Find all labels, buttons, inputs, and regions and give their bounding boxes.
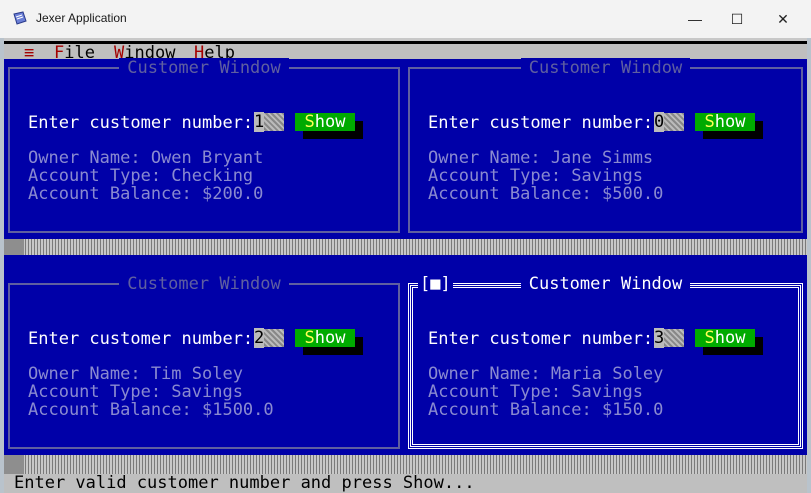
account-balance: Account Balance: $1500.0 xyxy=(28,400,274,420)
app-title-bar: Jexer Application — ☐ ✕ xyxy=(0,0,811,38)
maximize-button[interactable]: ☐ xyxy=(715,6,759,32)
customer-window-4[interactable]: [■] Customer Window Enter customer numbe… xyxy=(404,274,807,455)
account-balance: Account Balance: $200.0 xyxy=(28,184,264,204)
show-hotkey: S xyxy=(704,328,715,348)
window-title: Customer Window xyxy=(119,274,289,294)
show-label: how xyxy=(314,112,346,132)
window-title: Customer Window xyxy=(520,274,691,294)
account-type: Account Type: Savings xyxy=(428,382,643,402)
account-balance: Account Balance: $150.0 xyxy=(428,400,664,420)
customer-number-value: 2 xyxy=(254,328,265,348)
show-hotkey: S xyxy=(304,112,315,132)
customer-number-input[interactable]: 2 xyxy=(254,328,284,348)
owner-name: Owner Name: Owen Bryant xyxy=(28,148,264,168)
owner-name: Owner Name: Jane Simms xyxy=(428,148,654,168)
customer-number-input[interactable]: 0 xyxy=(654,112,684,132)
show-hotkey: S xyxy=(304,328,315,348)
desktop-pattern-strip xyxy=(4,239,807,255)
customer-number-label: Enter customer number: xyxy=(28,113,254,133)
customer-number-value: 3 xyxy=(654,328,665,348)
account-type: Account Type: Savings xyxy=(28,382,243,402)
terminal-area: ≡ File Window Help Customer Window Enter… xyxy=(4,38,807,493)
customer-number-label: Enter customer number: xyxy=(428,113,654,133)
account-type: Account Type: Savings xyxy=(428,166,643,186)
customer-number-value: 1 xyxy=(254,112,265,132)
customer-number-input[interactable]: 1 xyxy=(254,112,284,132)
desktop-pattern-strip-bottom xyxy=(4,455,807,474)
window-title-row: Customer Window xyxy=(4,58,404,78)
owner-name: Owner Name: Tim Soley xyxy=(28,364,243,384)
owner-name: Owner Name: Maria Soley xyxy=(428,364,664,384)
show-button[interactable]: Show xyxy=(295,329,355,347)
show-label: how xyxy=(714,328,746,348)
show-button[interactable]: Show xyxy=(695,113,755,131)
window-title: Customer Window xyxy=(119,58,289,78)
customer-number-input[interactable]: 3 xyxy=(654,328,684,348)
customer-window-1[interactable]: Customer Window Enter customer number: 1… xyxy=(4,58,404,239)
customer-window-3[interactable]: Customer Window Enter customer number: 2… xyxy=(4,274,404,455)
account-balance: Account Balance: $500.0 xyxy=(428,184,664,204)
window-title: Jexer Application xyxy=(36,11,127,25)
desktop-pattern-edge xyxy=(4,455,24,474)
show-label: how xyxy=(314,328,346,348)
status-bar: Enter valid customer number and press Sh… xyxy=(4,474,807,493)
account-type: Account Type: Checking xyxy=(28,166,254,186)
minimize-button[interactable]: — xyxy=(673,6,717,32)
window-title-row: Customer Window xyxy=(4,274,404,294)
customer-window-2[interactable]: Customer Window Enter customer number: 0… xyxy=(404,58,807,239)
customer-number-label: Enter customer number: xyxy=(28,329,254,349)
window-title-row: Customer Window xyxy=(404,58,807,78)
desktop-strip xyxy=(4,255,807,275)
window-title-row: Customer Window xyxy=(404,274,807,294)
show-button[interactable]: Show xyxy=(295,113,355,131)
close-button[interactable]: ✕ xyxy=(761,6,805,32)
customer-number-value: 0 xyxy=(654,112,665,132)
app-icon xyxy=(13,11,27,25)
show-hotkey: S xyxy=(704,112,715,132)
show-label: how xyxy=(714,112,746,132)
window-title: Customer Window xyxy=(520,58,691,78)
desktop-pattern-edge xyxy=(4,239,24,255)
show-button[interactable]: Show xyxy=(695,329,755,347)
customer-number-label: Enter customer number: xyxy=(428,329,654,349)
